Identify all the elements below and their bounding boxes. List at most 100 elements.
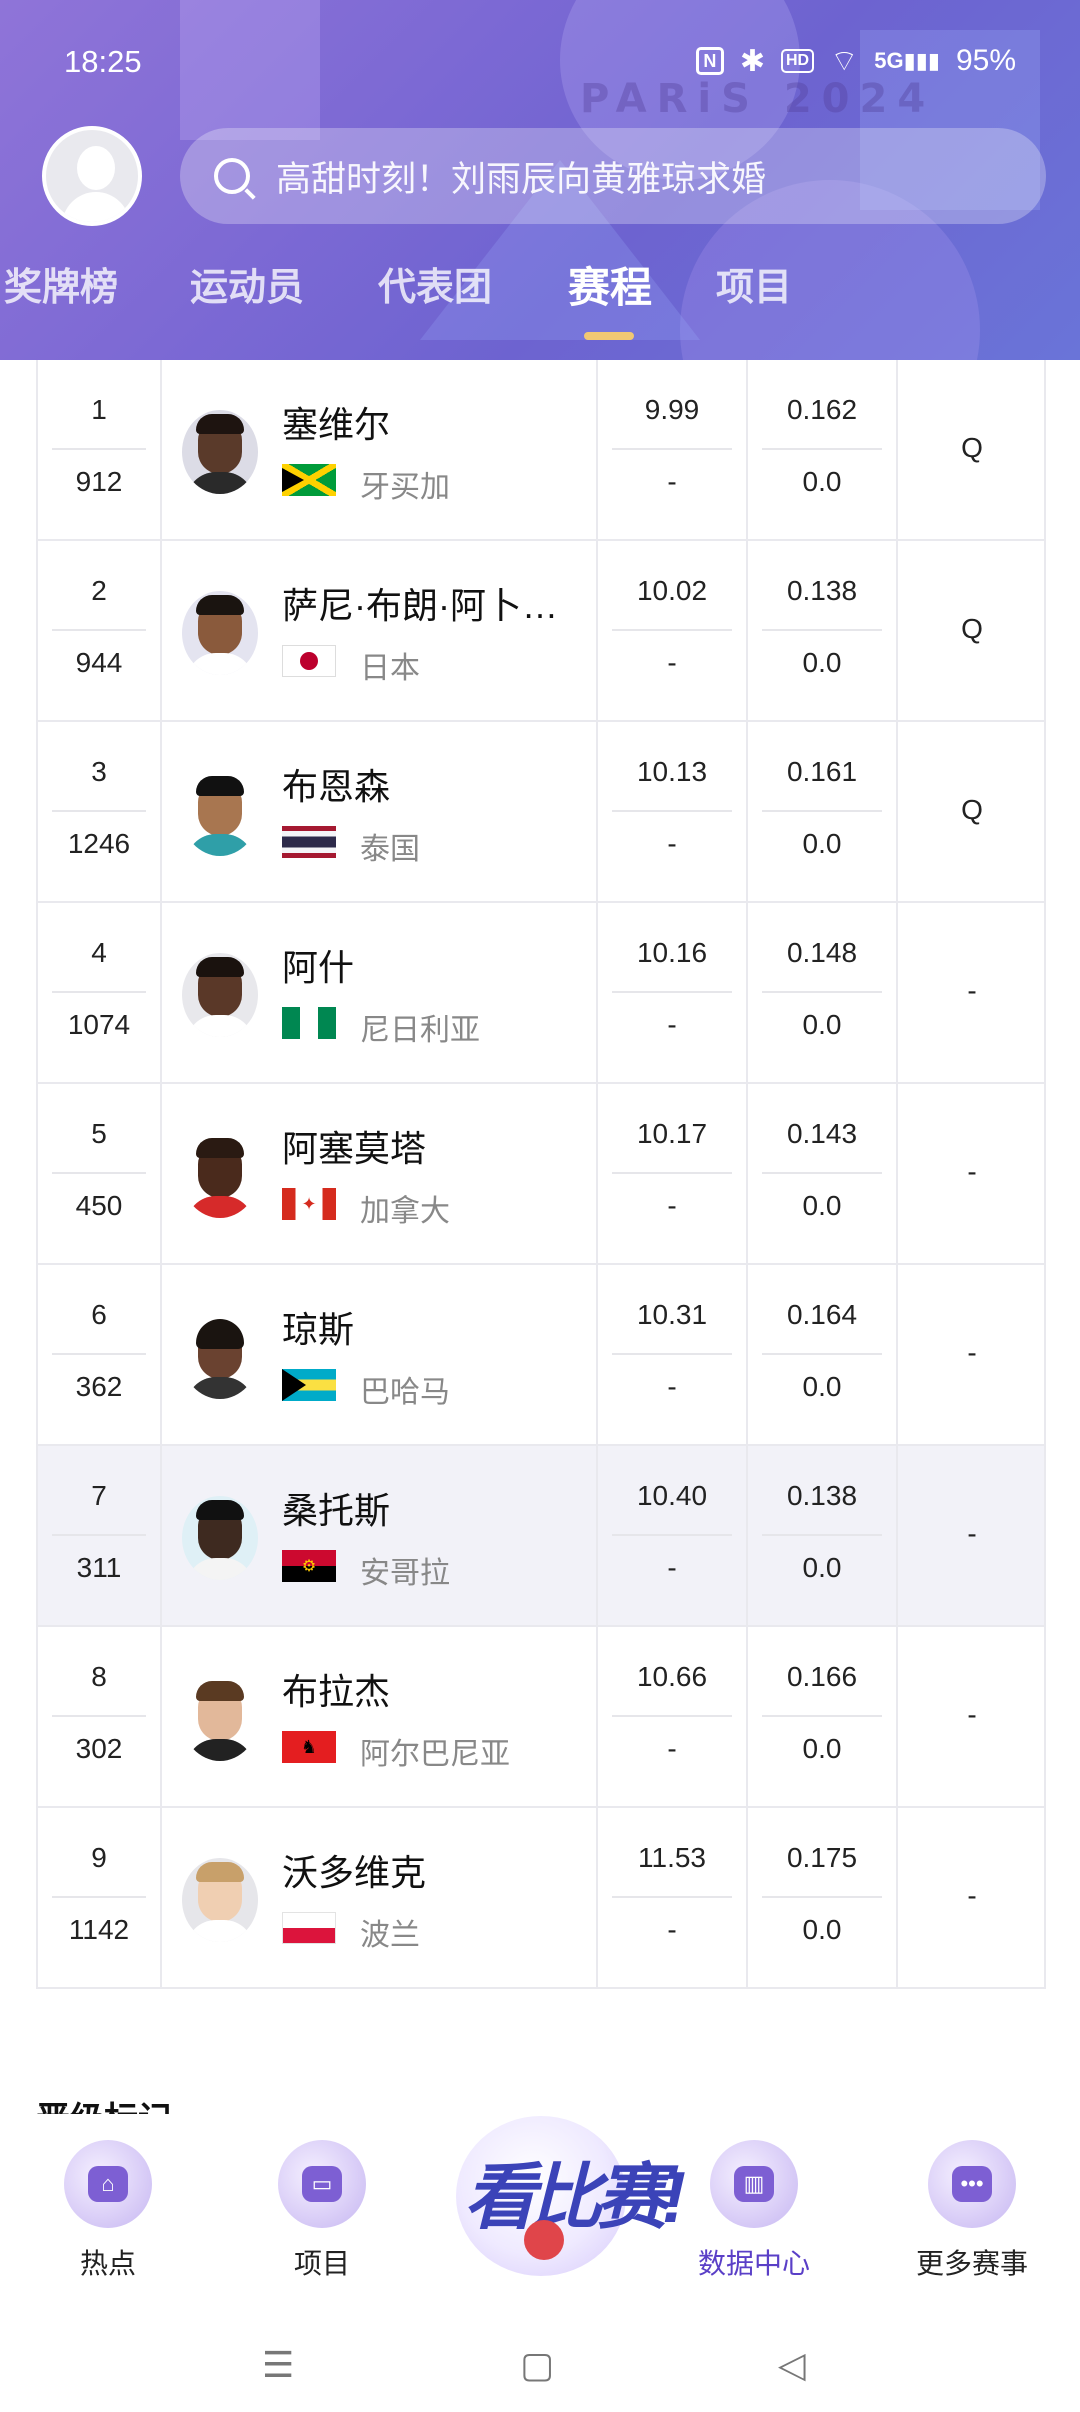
rank-cell: 9 1142: [38, 1808, 162, 1987]
time-cell: 9.99 -: [598, 360, 748, 539]
thailand-flag-icon: [282, 826, 336, 858]
divider: [612, 991, 732, 993]
status-icons: N ✱ HD ⌔ 5G▮▮▮ 95%: [695, 42, 1016, 80]
bib-number: 302: [75, 1733, 123, 1764]
rank: 6: [91, 1299, 107, 1330]
nav-data-center[interactable]: ▥ 数据中心: [664, 2114, 844, 2282]
divider: [612, 1534, 732, 1536]
tab-events[interactable]: 项目: [716, 256, 792, 311]
athlete-name: 沃多维克: [282, 1852, 427, 1893]
recent-apps-icon[interactable]: ☰: [262, 2344, 294, 2386]
bib-number: 1142: [68, 1914, 130, 1945]
table-row[interactable]: 6 362 琼斯 巴哈马 10.31 - 0.164 0.0 -: [36, 1265, 1046, 1446]
table-row[interactable]: 1 912 塞维尔 牙买加 9.99 - 0.162 0.0 Q: [36, 360, 1046, 541]
tab-schedule[interactable]: 赛程: [568, 254, 652, 315]
athlete-photo: [182, 1858, 258, 1942]
table-row[interactable]: 7 311 桑托斯 ⚙ 安哥拉 10.40 - 0.138 0.0 -: [36, 1446, 1046, 1627]
athlete-photo: [182, 1496, 258, 1580]
time-cell: 11.53 -: [598, 1808, 748, 1987]
athlete-name: 布拉杰: [282, 1671, 391, 1712]
nigeria-flag-icon: [282, 1007, 336, 1039]
rank: 8: [91, 1661, 107, 1692]
qualification-cell: Q: [898, 360, 1046, 539]
athlete-cell: 布恩森 泰国: [162, 722, 598, 901]
wind: -: [667, 1009, 677, 1040]
athlete-country: 波兰: [360, 1919, 420, 1952]
divider: [762, 810, 882, 812]
tab-athletes[interactable]: 运动员: [190, 256, 304, 311]
avatar-body: [62, 192, 130, 222]
reaction-sub: 0.0: [802, 466, 842, 497]
athlete-photo: [182, 772, 258, 856]
nav-hot[interactable]: ⌂ 热点: [18, 2114, 198, 2282]
back-icon[interactable]: ◁: [778, 2344, 806, 2386]
table-row[interactable]: 9 1142 沃多维克 波兰 11.53 - 0.175 0.0 -: [36, 1808, 1046, 1989]
athlete-cell: 沃多维克 波兰: [162, 1808, 598, 1987]
qualification-mark: -: [967, 1156, 977, 1187]
reaction-cell: 0.166 0.0: [748, 1627, 898, 1806]
divider: [52, 810, 146, 812]
time-cell: 10.31 -: [598, 1265, 748, 1444]
search-bar[interactable]: 高甜时刻！刘雨辰向黄雅琼求婚: [180, 128, 1046, 224]
qualification-cell: -: [898, 1446, 1046, 1625]
divider: [762, 991, 882, 993]
athlete-country: 巴哈马: [360, 1376, 450, 1409]
reaction-cell: 0.175 0.0: [748, 1808, 898, 1987]
athlete-cell: 塞维尔 牙买加: [162, 360, 598, 539]
watch-match-button[interactable]: 看比赛!: [456, 2116, 686, 2276]
reaction-time: 0.166: [786, 1661, 858, 1692]
divider: [612, 448, 732, 450]
divider: [762, 1715, 882, 1717]
athlete-photo: [182, 591, 258, 675]
athlete-cell: 布拉杰 ♞ 阿尔巴尼亚: [162, 1627, 598, 1806]
table-row[interactable]: 3 1246 布恩森 泰国 10.13 - 0.161 0.0 Q: [36, 722, 1046, 903]
wind: -: [667, 1914, 677, 1945]
mascot-icon: [524, 2220, 564, 2260]
divider: [52, 1715, 146, 1717]
nfc-icon: N: [695, 47, 724, 75]
athlete-country: 泰国: [360, 833, 420, 866]
athlete-photo: [182, 1315, 258, 1399]
bib-number: 1246: [67, 828, 131, 859]
divider: [52, 1534, 146, 1536]
athlete-name: 塞维尔: [282, 404, 391, 445]
time-cell: 10.16 -: [598, 903, 748, 1082]
qualification-cell: -: [898, 1265, 1046, 1444]
tab-delegations[interactable]: 代表团: [378, 256, 492, 311]
table-row[interactable]: 4 1074 阿什 尼日利亚 10.16 - 0.148 0.0 -: [36, 903, 1046, 1084]
rank-cell: 3 1246: [38, 722, 162, 901]
result-time: 10.31: [636, 1299, 708, 1330]
wind: -: [667, 466, 677, 497]
nav-label: 更多赛事: [915, 2248, 1028, 2279]
search-icon: [214, 158, 250, 194]
nav-events[interactable]: ▭ 项目: [232, 2114, 412, 2282]
reaction-time: 0.148: [786, 937, 858, 968]
rank: 2: [91, 575, 107, 606]
qualification-cell: -: [898, 1808, 1046, 1987]
result-time: 10.17: [636, 1118, 708, 1149]
reaction-sub: 0.0: [802, 828, 842, 859]
rank-cell: 5 450: [38, 1084, 162, 1263]
table-row[interactable]: 8 302 布拉杰 ♞ 阿尔巴尼亚 10.66 - 0.166 0.0 -: [36, 1627, 1046, 1808]
reaction-sub: 0.0: [802, 1552, 842, 1583]
canada-flag-icon: ✦: [282, 1188, 336, 1220]
qualification-cell: -: [898, 903, 1046, 1082]
qualification-mark: Q: [961, 432, 983, 463]
divider: [762, 1896, 882, 1898]
bib-number: 311: [76, 1552, 122, 1583]
divider: [612, 810, 732, 812]
athlete-photo: [182, 410, 258, 494]
home-square-icon[interactable]: ▢: [520, 2344, 554, 2386]
table-row[interactable]: 5 450 阿塞莫塔 ✦ 加拿大 10.17 - 0.143 0.0 -: [36, 1084, 1046, 1265]
rank-cell: 4 1074: [38, 903, 162, 1082]
nav-more[interactable]: ••• 更多赛事: [882, 2114, 1062, 2282]
reaction-time: 0.161: [786, 756, 858, 787]
bluetooth-icon: ✱: [739, 44, 765, 78]
table-row[interactable]: 2 944 萨尼·布朗·阿卜… 日本 10.02 - 0.138 0.0 Q: [36, 541, 1046, 722]
user-avatar[interactable]: [42, 126, 142, 226]
athlete-name: 桑托斯: [282, 1490, 391, 1531]
tab-medals[interactable]: 奖牌榜: [4, 256, 118, 311]
athlete-name: 布恩森: [282, 766, 391, 807]
athlete-country: 阿尔巴尼亚: [360, 1738, 510, 1771]
wind: -: [667, 828, 677, 859]
